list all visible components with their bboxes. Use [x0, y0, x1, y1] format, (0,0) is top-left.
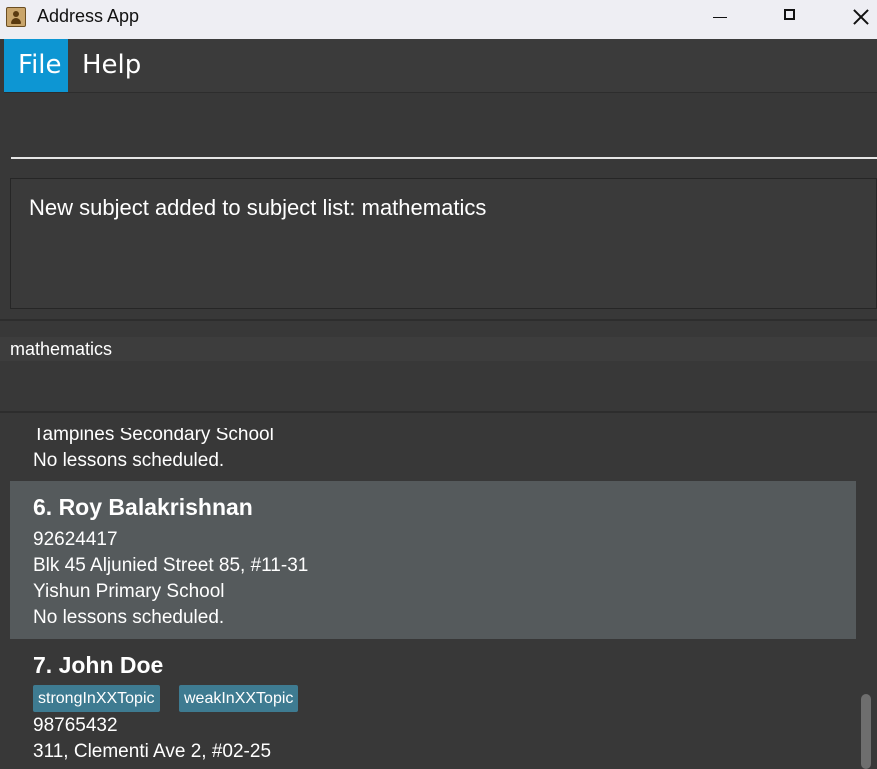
subject-list-empty-area	[0, 361, 877, 411]
person-list-scrollbar[interactable]	[856, 428, 877, 769]
result-display: New subject added to subject list: mathe…	[10, 178, 877, 309]
divider	[0, 411, 877, 413]
person-address: 311, Clementi Ave 2, #02-25	[33, 741, 272, 762]
person-card[interactable]: 7. John Doe strongInXXTopic weakInXXTopi…	[10, 639, 856, 769]
subject-list: mathematics	[0, 337, 877, 361]
person-school: Yishun Primary School	[33, 581, 225, 602]
person-address: Blk 45 Aljunied Street 85, #11-31	[33, 555, 309, 576]
person-list[interactable]: Tampines Secondary School No lessons sch…	[10, 428, 856, 769]
person-name: 7. John Doe	[33, 652, 164, 678]
person-card-partial[interactable]: Tampines Secondary School No lessons sch…	[10, 428, 856, 481]
result-message: New subject added to subject list: mathe…	[29, 195, 487, 220]
scrollbar-thumb[interactable]	[861, 694, 871, 769]
person-phone: 92624417	[33, 529, 118, 550]
person-card[interactable]: 6. Roy Balakrishnan 92624417 Blk 45 Alju…	[10, 481, 856, 639]
person-lessons: No lessons scheduled.	[33, 607, 225, 628]
minimize-button[interactable]	[696, 0, 746, 36]
person-tag: strongInXXTopic	[33, 685, 160, 712]
window-title: Address App	[37, 6, 140, 26]
title-bar: Address App	[0, 0, 877, 39]
address-book-icon	[6, 7, 26, 27]
subject-item[interactable]: mathematics	[10, 337, 112, 361]
person-name: 6. Roy Balakrishnan	[33, 494, 253, 520]
command-box	[0, 94, 877, 170]
person-lessons: No lessons scheduled.	[33, 450, 225, 471]
person-tag: weakInXXTopic	[179, 685, 299, 712]
divider	[0, 319, 877, 321]
menu-help[interactable]: Help	[68, 39, 155, 92]
menu-bar: File Help	[4, 39, 877, 93]
menu-file[interactable]: File	[4, 39, 68, 92]
command-input[interactable]	[11, 94, 877, 159]
person-school: Tampines Secondary School	[33, 428, 274, 445]
close-button[interactable]	[836, 0, 877, 36]
person-phone: 98765432	[33, 715, 118, 736]
maximize-button[interactable]	[765, 0, 815, 36]
